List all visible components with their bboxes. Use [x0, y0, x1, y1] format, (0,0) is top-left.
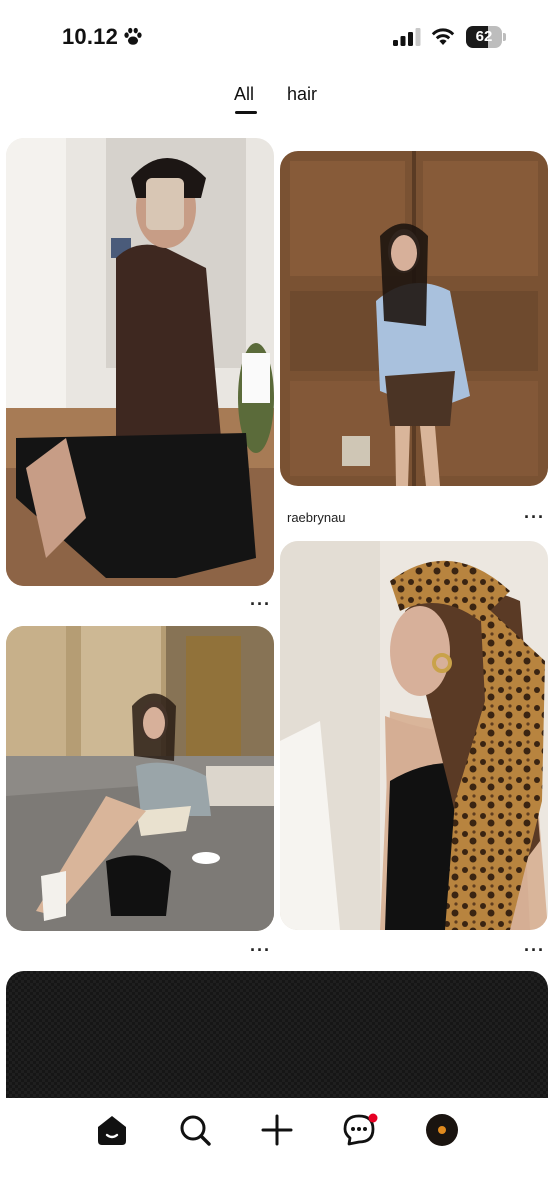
columns-street-photo — [6, 626, 274, 931]
tab-all[interactable]: All — [234, 84, 254, 105]
pin-leopard-scarf[interactable] — [280, 541, 548, 930]
pin-mirror-selfie[interactable] — [6, 138, 274, 586]
pin-wooden-door[interactable] — [280, 151, 548, 486]
messages-icon — [343, 1113, 378, 1146]
tab-hair[interactable]: hair — [287, 84, 317, 105]
profile-avatar — [426, 1114, 458, 1146]
nav-messages[interactable] — [339, 1110, 379, 1150]
nav-create[interactable] — [257, 1110, 297, 1150]
leopard-scarf-photo — [280, 541, 548, 930]
pin-more-button[interactable]: ··· — [250, 594, 271, 615]
pin-more-button[interactable]: ··· — [250, 940, 271, 961]
plus-icon — [261, 1114, 293, 1146]
active-tab-indicator — [235, 111, 257, 114]
status-time: 10.12 — [62, 24, 119, 49]
wifi-icon — [431, 28, 455, 45]
pin-columns-street[interactable] — [6, 626, 274, 931]
paw-icon — [124, 27, 142, 45]
nav-search[interactable] — [175, 1110, 215, 1150]
home-icon — [98, 1116, 126, 1145]
signal-icon — [393, 28, 421, 46]
pin-more-button[interactable]: ··· — [524, 940, 545, 961]
search-icon — [180, 1115, 211, 1146]
mirror-selfie-photo — [6, 138, 274, 586]
notification-dot — [368, 1113, 378, 1123]
status-bar: 10.12 62 — [0, 0, 554, 76]
pin-username[interactable]: raebrynau — [287, 510, 346, 525]
nav-profile[interactable] — [422, 1110, 462, 1150]
battery-level: 62 — [475, 28, 493, 45]
bottom-nav — [0, 1098, 554, 1200]
battery-icon: 62 — [466, 26, 506, 48]
wooden-door-photo — [280, 151, 548, 486]
board-tabs: All hair — [0, 84, 554, 118]
nav-home[interactable] — [92, 1110, 132, 1150]
pin-more-button[interactable]: ··· — [524, 507, 545, 528]
